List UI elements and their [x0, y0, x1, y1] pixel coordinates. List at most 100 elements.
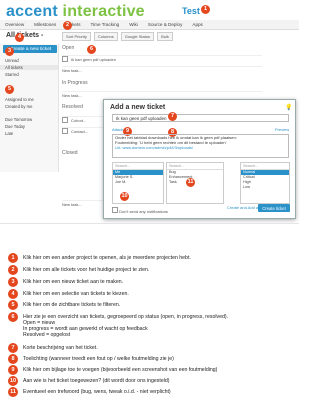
sidebar-item-all-tickets[interactable]: All tickets — [0, 65, 58, 70]
ticket-title-value: Ik kan geen pdf uploaden — [116, 115, 167, 121]
nav-wiki[interactable]: Wiki — [124, 20, 143, 29]
callout-badge: 2 — [63, 21, 72, 30]
row-title: Ik kan geen pdf uploaden — [71, 56, 116, 62]
legend-item: 3 Klik hier om een nieuw ticket aan te ma… — [8, 277, 298, 287]
table-row[interactable]: New task... — [62, 66, 262, 73]
notify-label: Don't send any notifications — [119, 209, 168, 214]
nav-overview[interactable]: Overview — [0, 20, 29, 29]
section-closed: Closed — [62, 150, 78, 156]
sidebar-item-due-today[interactable]: Due Today — [5, 124, 25, 129]
callout-badge: 6 — [87, 45, 96, 54]
legend-item: 2 Klik hier om alle tickets voor het huid… — [8, 265, 298, 275]
sidebar-item-assigned[interactable]: Assigned to me — [5, 97, 34, 102]
legend-text: Eventueel een trefwoord (bug, wens, twea… — [23, 388, 171, 395]
notify-checkbox[interactable] — [112, 207, 118, 213]
lightbulb-icon: 💡 — [285, 105, 293, 111]
legend-text: Klik hier om alle tickets voor het huidi… — [23, 266, 150, 273]
assignee-search[interactable]: Search... — [113, 163, 163, 170]
main-nav: Overview Milestones Tickets Time Trackin… — [0, 20, 299, 30]
callout-badge: 3 — [5, 47, 14, 56]
legend-number: 9 — [8, 365, 18, 375]
legend-text: Klik hier om een nieuw ticket aan te mak… — [23, 278, 124, 285]
callout-badge: 4 — [15, 33, 24, 42]
legend-item: 11 Eventueel een trefwoord (bug, wens, tw… — [8, 387, 298, 397]
priority-search[interactable]: Search... — [241, 163, 289, 170]
legend-text: Klik hier om de zichtbare tickets te fil… — [23, 301, 121, 308]
tag-option[interactable]: Task — [167, 180, 223, 185]
sidebar-item-late[interactable]: Late — [5, 131, 13, 136]
sidebar-item-created[interactable]: Created by me — [5, 104, 32, 109]
row-checkbox[interactable] — [62, 117, 68, 123]
columns-button[interactable]: Columns — [93, 32, 118, 41]
legend-number: 5 — [8, 300, 18, 310]
section-open: Open — [62, 45, 75, 51]
legend-text: Klik hier om een selectie van tickets te… — [23, 290, 129, 297]
logo-part-2: interactive — [62, 3, 145, 20]
legend-text: Toelichting (wanneer treedt een fout op … — [23, 355, 174, 362]
legend-text: Resolved = opgelost — [23, 332, 71, 339]
sidebar-item-due-tomorrow[interactable]: Due Tomorrow — [5, 117, 32, 122]
nav-milestones[interactable]: Milestones — [29, 20, 61, 29]
callout-badge: 5 — [5, 85, 14, 94]
legend-number: 7 — [8, 343, 18, 353]
nav-apps[interactable]: Apps — [187, 20, 207, 29]
app-logo: accent interactive — [6, 3, 145, 21]
legend-text: Korte beschrijving van het ticket. — [23, 344, 98, 351]
callout-badge: 11 — [186, 178, 195, 187]
priority-picker[interactable]: Search... Normal Critical High Low — [240, 162, 290, 204]
legend-text: Klik hier om een ander project te openen… — [23, 254, 191, 261]
legend-item: 8 Toelichting (wanneer treedt een fout op… — [8, 354, 298, 364]
legend-number: 4 — [8, 289, 18, 299]
ticket-view-selector[interactable]: All tickets - — [6, 32, 43, 39]
notify-checkbox-label[interactable]: Don't send any notifications — [112, 207, 168, 214]
attach-link[interactable]: Attach — [112, 127, 123, 132]
table-row[interactable]: New task... — [62, 91, 262, 98]
preview-link[interactable]: Preview — [275, 127, 289, 132]
legend-number: 2 — [8, 265, 18, 275]
legend-item: 5 Klik hier om de zichtbare tickets te fi… — [8, 300, 298, 310]
logo-part-1: accent — [6, 3, 63, 20]
row-title: New task... — [62, 201, 82, 207]
callout-badge: 1 — [201, 5, 210, 14]
row-checkbox[interactable] — [62, 56, 68, 62]
legend-number: 3 — [8, 277, 18, 287]
legend-number: 8 — [8, 354, 18, 364]
legend-item: 4 Klik hier om een selectie van tickets t… — [8, 289, 298, 299]
legend-text: Klik hier om bijlage toe te voegen (bijv… — [23, 366, 218, 373]
legend-item: 10 Aan wie is het ticket toegewezen? (dit… — [8, 376, 298, 386]
bulk-button[interactable]: Bulk — [157, 32, 173, 41]
description-line: Url: www.domein.com/admin/p4/t/3/uploads… — [115, 144, 194, 150]
priority-option[interactable]: Low — [241, 185, 289, 190]
legend-item: 9 Klik hier om bijlage toe te voegen (bij… — [8, 365, 298, 375]
sidebar-item-unread[interactable]: Unread — [5, 58, 19, 63]
legend-number: 1 — [8, 253, 18, 263]
row-title: New task... — [62, 67, 82, 73]
ticket-description-input[interactable]: Onder het tabblad downloads heb ik omdat… — [112, 134, 289, 158]
legend-item: 1 Klik hier om een ander project te opene… — [8, 253, 298, 263]
status-button[interactable]: Google Status — [120, 32, 155, 41]
legend-number: 11 — [8, 387, 18, 397]
section-resolved: Resolved — [62, 104, 83, 110]
table-row[interactable]: Ik kan geen pdf uploaden — [62, 55, 262, 62]
tag-picker[interactable]: Search... Bug Enhancement Task — [166, 162, 224, 204]
row-title: Cohort... — [71, 117, 87, 123]
callout-badge: 7 — [168, 112, 177, 121]
row-title: Contact... — [71, 128, 89, 134]
legend-number: 10 — [8, 376, 18, 386]
section-in-progress: In Progress — [62, 80, 88, 86]
legend-text: Aan wie is het ticket toegewezen? (dit w… — [23, 377, 170, 384]
row-title: New task... — [62, 92, 82, 98]
nav-time-tracking[interactable]: Time Tracking — [86, 20, 125, 29]
legend-item: 7 Korte beschrijving van het ticket. — [8, 343, 298, 353]
legend-item: 6 Hier zie je een overzicht van tickets,… — [8, 312, 298, 338]
sidebar-item-starred[interactable]: Starred — [5, 72, 19, 77]
legend-text: Hier zie je een overzicht van tickets, g… — [23, 313, 229, 320]
ticket-title-input[interactable]: Ik kan geen pdf uploaden — [112, 114, 289, 122]
sort-button[interactable]: Sort Priority — [62, 32, 91, 41]
callout-badge: 10 — [120, 192, 129, 201]
assignee-option[interactable]: Joe M. — [113, 180, 163, 185]
create-ticket-submit-button[interactable]: Create ticket — [258, 204, 290, 212]
nav-source-deploy[interactable]: Source & Deploy — [143, 20, 187, 29]
tag-search[interactable]: Search... — [167, 163, 223, 170]
row-checkbox[interactable] — [62, 128, 68, 134]
